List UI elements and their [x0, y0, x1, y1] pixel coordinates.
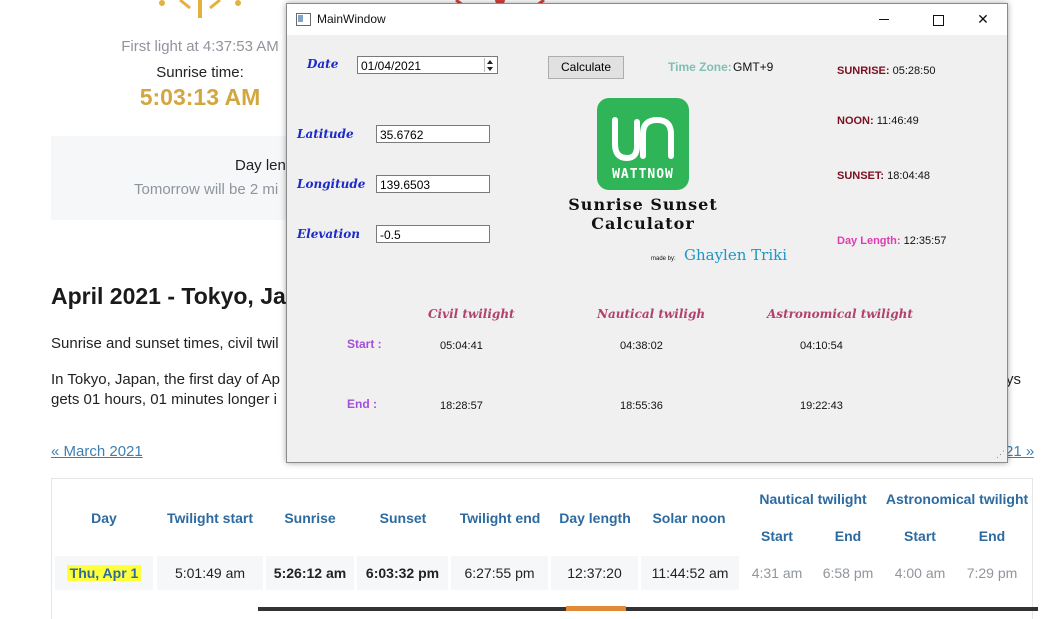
astronomical-start-value: 04:10:54: [800, 340, 843, 352]
latitude-label: Latitude: [297, 127, 354, 141]
day-highlight-text: Thu, Apr 1: [66, 565, 142, 581]
elevation-input[interactable]: -0.5: [376, 225, 490, 243]
table-header-sunset: Sunset: [379, 510, 427, 526]
astronomical-end-value: 19:22:43: [800, 400, 843, 412]
sunset-result: SUNSET: 18:04:48: [837, 170, 930, 182]
date-picker[interactable]: 01/04/2021: [357, 56, 498, 74]
table-header-nautical: Nautical twilight: [759, 491, 867, 507]
table-cell-solar-noon: 11:44:52 am: [641, 556, 739, 590]
app-title: Sunrise Sunset Calculator: [515, 195, 771, 233]
table-header-day-length: Day length: [559, 510, 631, 526]
table-header-astro-end: End: [978, 528, 1006, 544]
table-header-twilight-end: Twilight end: [459, 510, 541, 526]
sunrise-value: 05:28:50: [892, 65, 936, 77]
spin-down-icon[interactable]: [487, 67, 493, 71]
table-cell-twilight-start: 5:01:49 am: [157, 556, 263, 590]
timezone-value: GMT+9: [733, 60, 774, 74]
made-by-label: made by:: [651, 256, 676, 262]
sunset-value: 18:04:48: [887, 170, 930, 182]
close-button[interactable]: ✕: [960, 4, 1006, 35]
noon-key: NOON:: [837, 115, 874, 127]
maximize-button[interactable]: [915, 4, 961, 35]
sunrise-icon: [159, 0, 241, 18]
spin-up-icon[interactable]: [487, 60, 493, 64]
longitude-label: Longitude: [297, 177, 366, 191]
main-window: MainWindow ✕ Date 01/04/2021 Calculate T…: [286, 3, 1008, 463]
noon-value: 11:46:49: [876, 115, 919, 127]
date-label: Date: [307, 57, 339, 71]
table-cell-astro-end: 7:29 pm: [966, 565, 1018, 581]
date-value: 01/04/2021: [361, 59, 422, 73]
minimize-icon: [879, 19, 889, 20]
sunrise-key: SUNRISE:: [837, 65, 890, 77]
start-row-label: Start :: [347, 337, 382, 351]
table-header-astro-start: Start: [904, 528, 936, 544]
page-heading: April 2021 - Tokyo, Jap: [51, 283, 300, 309]
title-bar[interactable]: MainWindow ✕: [287, 4, 1007, 35]
table-cell-sunset: 6:03:32 pm: [357, 556, 448, 590]
table-cell-twilight-end: 6:27:55 pm: [451, 556, 548, 590]
table-header-solar-noon: Solar noon: [652, 510, 726, 526]
window-app-icon: [296, 13, 311, 26]
nautical-start-value: 04:38:02: [620, 340, 663, 352]
table-cell-nautical-end: 6:58 pm: [822, 565, 874, 581]
table-header-astronomical: Astronomical twilight: [885, 491, 1029, 507]
horizontal-scrollbar[interactable]: [258, 607, 1038, 611]
astronomical-twilight-header: Astronomical twilight: [767, 307, 913, 321]
day-length-label: Day len: [235, 157, 286, 174]
table-cell-nautical-start: 4:31 am: [751, 565, 803, 581]
table-cell-astro-start: 4:00 am: [894, 565, 946, 581]
tomorrow-text: Tomorrow will be 2 mi: [134, 181, 279, 198]
nautical-end-value: 18:55:36: [620, 400, 663, 412]
nautical-twilight-header: Nautical twiligh: [597, 307, 706, 321]
table-header-nautical-end: End: [834, 528, 862, 544]
table-cell-day-length: 12:37:20: [551, 556, 638, 590]
day-length-key: Day Length:: [837, 235, 901, 247]
civil-twilight-header: Civil twilight: [428, 307, 515, 321]
app-title-line1: Sunrise Sunset: [568, 195, 718, 214]
elevation-label: Elevation: [297, 227, 360, 241]
app-title-line2: Calculator: [591, 214, 695, 233]
timezone-label: Time Zone:: [668, 60, 732, 74]
description-paragraph-line2: gets 01 hours, 01 minutes longer i: [51, 391, 277, 408]
sunset-key: SUNSET:: [837, 170, 885, 182]
description-paragraph: In Tokyo, Japan, the first day of Ap: [51, 371, 281, 388]
prev-month-link[interactable]: « March 2021: [51, 443, 143, 460]
civil-end-value: 18:28:57: [440, 400, 483, 412]
latitude-input[interactable]: 35.6762: [376, 125, 490, 143]
date-spinner[interactable]: [484, 58, 496, 72]
author-name: Ghaylen Triki: [684, 246, 788, 264]
day-length-result: Day Length: 12:35:57: [837, 235, 946, 247]
maximize-icon: [932, 15, 944, 26]
minimize-button[interactable]: [861, 4, 907, 35]
longitude-input[interactable]: 139.6503: [376, 175, 490, 193]
table-cell-sunrise: 5:26:12 am: [266, 556, 354, 590]
window-title: MainWindow: [317, 12, 386, 26]
calculate-button[interactable]: Calculate: [548, 56, 624, 79]
end-row-label: End :: [347, 397, 377, 411]
noon-result: NOON: 11:46:49: [837, 115, 919, 127]
table-header-sunrise: Sunrise: [284, 510, 336, 526]
table-header-twilight-start: Twilight start: [166, 510, 254, 526]
table-cell-day: Thu, Apr 1: [55, 556, 153, 590]
day-length-value: 12:35:57: [903, 235, 947, 247]
description-paragraph-end: ys: [1006, 371, 1021, 388]
logo-brand-text: WATTNOW: [612, 167, 674, 182]
civil-start-value: 05:04:41: [440, 340, 483, 352]
table-header-day: Day: [91, 510, 117, 526]
scrollbar-thumb[interactable]: [566, 606, 626, 611]
next-month-link[interactable]: 21 »: [1005, 443, 1034, 460]
day-length-panel: [51, 136, 291, 220]
close-icon: ✕: [977, 11, 989, 27]
resize-grip-icon[interactable]: ⋰: [996, 449, 1005, 460]
intro-paragraph: Sunrise and sunset times, civil twil: [51, 335, 279, 352]
table-header-nautical-start: Start: [761, 528, 793, 544]
sunrise-result: SUNRISE: 05:28:50: [837, 65, 935, 77]
